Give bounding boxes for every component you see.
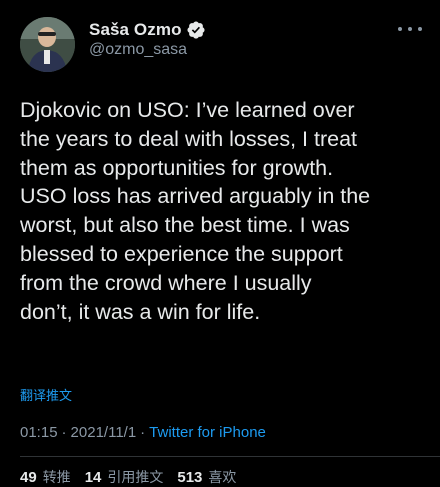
quote-tweets-count: 14	[84, 469, 102, 486]
meta-separator: ·	[140, 424, 146, 441]
more-dot	[398, 27, 402, 31]
quote-tweets-label: 引用推文	[107, 470, 164, 486]
divider	[20, 456, 440, 457]
more-dot	[408, 27, 412, 31]
translate-tweet-link[interactable]: 翻译推文	[20, 385, 72, 404]
tweet-source-link[interactable]: Twitter for iPhone	[149, 424, 266, 441]
tweet-card: Saša Ozmo @ozmo_sasa Djokovic on USO: I’…	[0, 0, 440, 487]
author-name-row[interactable]: Saša Ozmo	[89, 18, 206, 42]
more-dot	[418, 27, 422, 31]
tweet-metadata: 01:15 · 2021/11/1 · Twitter for iPhone	[20, 424, 266, 441]
retweets-count: 49	[20, 469, 37, 486]
verified-badge-icon	[186, 20, 206, 40]
meta-separator: ·	[61, 424, 67, 441]
quote-tweets-stat[interactable]: 14 引用推文	[85, 467, 164, 487]
retweets-label: 转推	[42, 470, 71, 486]
tweet-stats: 49 转推 14 引用推文 513 喜欢	[20, 467, 250, 487]
more-horizontal-icon[interactable]	[398, 22, 422, 36]
likes-count: 513	[177, 469, 203, 486]
author-display-name: Saša Ozmo	[89, 20, 182, 39]
avatar[interactable]	[20, 17, 75, 72]
likes-label: 喜欢	[208, 470, 237, 486]
tweet-time[interactable]: 01:15	[20, 424, 58, 441]
author-handle[interactable]: @ozmo_sasa	[89, 41, 187, 59]
tweet-date[interactable]: 2021/11/1	[71, 424, 137, 441]
likes-stat[interactable]: 513 喜欢	[177, 467, 236, 487]
retweets-stat[interactable]: 49 转推	[20, 467, 71, 487]
tweet-text: Djokovic on USO: I’ve learned over the y…	[20, 98, 371, 324]
